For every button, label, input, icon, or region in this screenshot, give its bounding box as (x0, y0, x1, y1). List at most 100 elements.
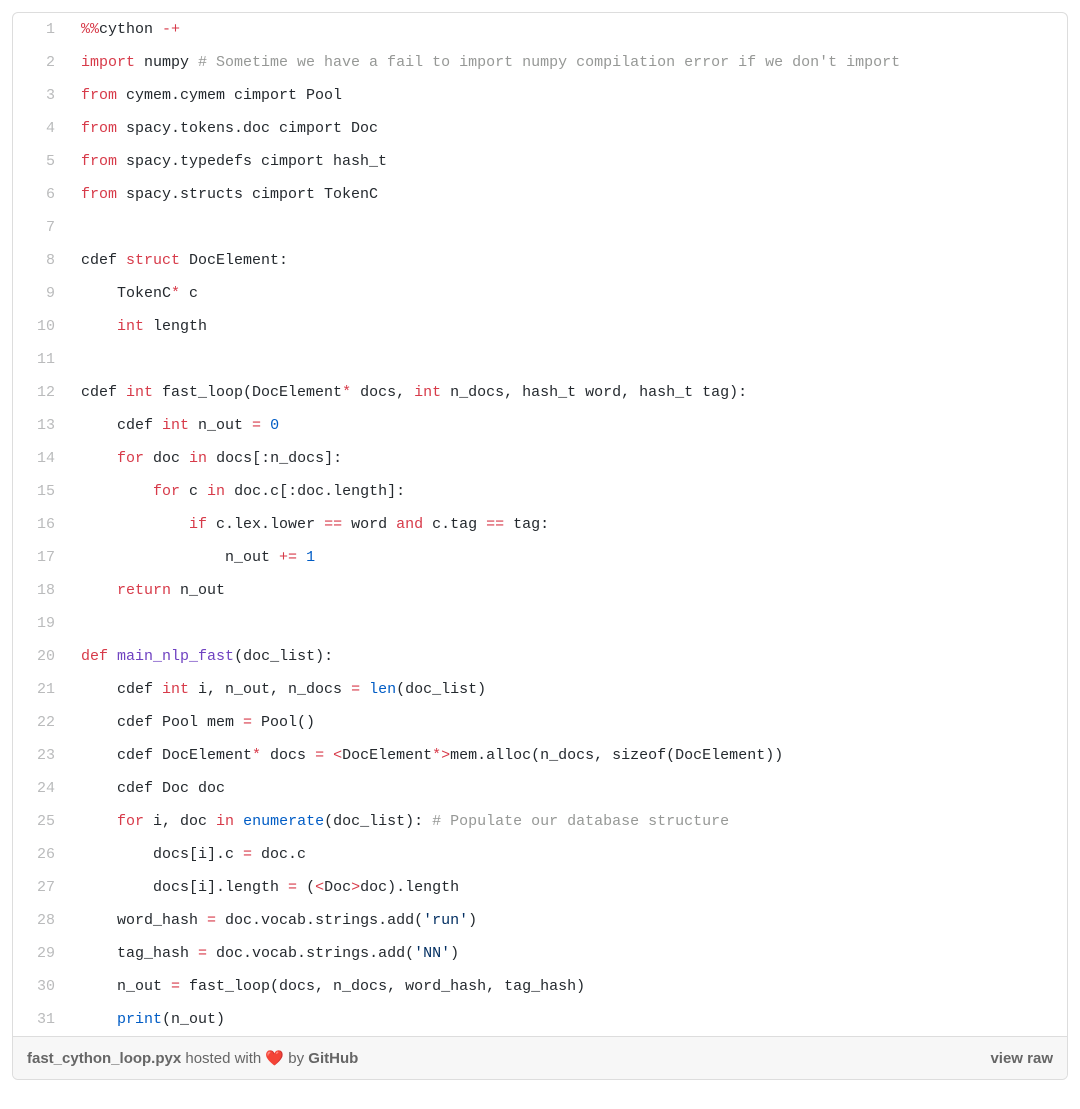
line-number[interactable]: 23 (13, 739, 69, 772)
line-number[interactable]: 27 (13, 871, 69, 904)
code-token: # Sometime we have a fail to import nump… (198, 54, 900, 71)
code-row: 31 print(n_out) (13, 1003, 1067, 1036)
code-token: cython (99, 21, 162, 38)
code-row: 23 cdef DocElement* docs = <DocElement*>… (13, 739, 1067, 772)
code-token: * (171, 285, 180, 302)
code-token: 1 (306, 549, 315, 566)
code-row: 20def main_nlp_fast(doc_list): (13, 640, 1067, 673)
code-line: from spacy.structs cimport TokenC (69, 178, 1067, 211)
line-number[interactable]: 24 (13, 772, 69, 805)
view-raw-link[interactable]: view raw (990, 1050, 1053, 1067)
line-number[interactable]: 13 (13, 409, 69, 442)
code-line: from cymem.cymem cimport Pool (69, 79, 1067, 112)
code-token: word (342, 516, 396, 533)
code-row: 7 (13, 211, 1067, 244)
host-link[interactable]: GitHub (308, 1050, 358, 1067)
code-token: %% (81, 21, 99, 38)
line-number[interactable]: 17 (13, 541, 69, 574)
code-line: from spacy.typedefs cimport hash_t (69, 145, 1067, 178)
code-token: tag: (504, 516, 549, 533)
line-number[interactable]: 10 (13, 310, 69, 343)
line-number[interactable]: 26 (13, 838, 69, 871)
code-token (81, 483, 153, 500)
code-token: len (369, 681, 396, 698)
code-row: 24 cdef Doc doc (13, 772, 1067, 805)
line-number[interactable]: 3 (13, 79, 69, 112)
code-row: 21 cdef int i, n_out, n_docs = len(doc_l… (13, 673, 1067, 706)
code-token: and (396, 516, 423, 533)
line-number[interactable]: 14 (13, 442, 69, 475)
code-token: docs[:n_docs]: (207, 450, 342, 467)
code-token: struct (126, 252, 180, 269)
code-line: docs[i].c = doc.c (69, 838, 1067, 871)
line-number[interactable]: 6 (13, 178, 69, 211)
code-token: in (189, 450, 207, 467)
code-row: 17 n_out += 1 (13, 541, 1067, 574)
line-number[interactable]: 7 (13, 211, 69, 244)
code-line: docs[i].length = (<Doc>doc).length (69, 871, 1067, 904)
code-token: docs, (351, 384, 414, 401)
line-number[interactable]: 16 (13, 508, 69, 541)
code-token: *> (432, 747, 450, 764)
line-number[interactable]: 28 (13, 904, 69, 937)
line-number[interactable]: 30 (13, 970, 69, 1003)
code-token: cdef (81, 417, 162, 434)
code-token: int (162, 681, 189, 698)
code-line: cdef Pool mem = Pool() (69, 706, 1067, 739)
code-line: return n_out (69, 574, 1067, 607)
code-token: for (117, 450, 144, 467)
line-number[interactable]: 25 (13, 805, 69, 838)
code-token: mem.alloc(n_docs, sizeof(DocElement)) (450, 747, 783, 764)
code-token: = (171, 978, 180, 995)
code-token: (doc_list): (324, 813, 432, 830)
by-text: by (284, 1050, 308, 1067)
code-token: 'NN' (414, 945, 450, 962)
line-number[interactable]: 22 (13, 706, 69, 739)
code-token: doc.vocab.strings.add( (216, 912, 423, 929)
code-line: int length (69, 310, 1067, 343)
code-token: from (81, 186, 117, 203)
line-number[interactable]: 8 (13, 244, 69, 277)
line-number[interactable]: 4 (13, 112, 69, 145)
code-token: c (180, 483, 207, 500)
code-token: docs (261, 747, 315, 764)
code-token: = (243, 846, 252, 863)
code-token (261, 417, 270, 434)
code-line: from spacy.tokens.doc cimport Doc (69, 112, 1067, 145)
line-number[interactable]: 5 (13, 145, 69, 178)
code-line: cdef DocElement* docs = <DocElement*>mem… (69, 739, 1067, 772)
code-token: ) (468, 912, 477, 929)
code-token: doc (144, 450, 189, 467)
filename-link[interactable]: fast_cython_loop.pyx (27, 1050, 181, 1067)
code-token: cdef Doc doc (81, 780, 225, 797)
code-token: # Populate our database structure (432, 813, 729, 830)
code-line: print(n_out) (69, 1003, 1067, 1036)
line-number[interactable]: 15 (13, 475, 69, 508)
code-token: main_nlp_fast (117, 648, 234, 665)
code-token: spacy.typedefs cimport hash_t (117, 153, 387, 170)
line-number[interactable]: 31 (13, 1003, 69, 1036)
line-number[interactable]: 1 (13, 13, 69, 46)
code-token: (n_out) (162, 1011, 225, 1028)
code-row: 29 tag_hash = doc.vocab.strings.add('NN'… (13, 937, 1067, 970)
code-table: 1%%cython -+2import numpy # Sometime we … (13, 13, 1067, 1036)
line-number[interactable]: 21 (13, 673, 69, 706)
line-number[interactable]: 12 (13, 376, 69, 409)
line-number[interactable]: 20 (13, 640, 69, 673)
code-token: > (351, 879, 360, 896)
line-number[interactable]: 11 (13, 343, 69, 376)
line-number[interactable]: 18 (13, 574, 69, 607)
code-token: numpy (135, 54, 198, 71)
code-row: 30 n_out = fast_loop(docs, n_docs, word_… (13, 970, 1067, 1003)
code-token: in (207, 483, 225, 500)
code-row: 3from cymem.cymem cimport Pool (13, 79, 1067, 112)
code-token: == (324, 516, 342, 533)
line-number[interactable]: 9 (13, 277, 69, 310)
code-line (69, 211, 1067, 244)
code-line: TokenC* c (69, 277, 1067, 310)
line-number[interactable]: 19 (13, 607, 69, 640)
code-token: word_hash (81, 912, 207, 929)
line-number[interactable]: 29 (13, 937, 69, 970)
code-token: * (342, 384, 351, 401)
line-number[interactable]: 2 (13, 46, 69, 79)
